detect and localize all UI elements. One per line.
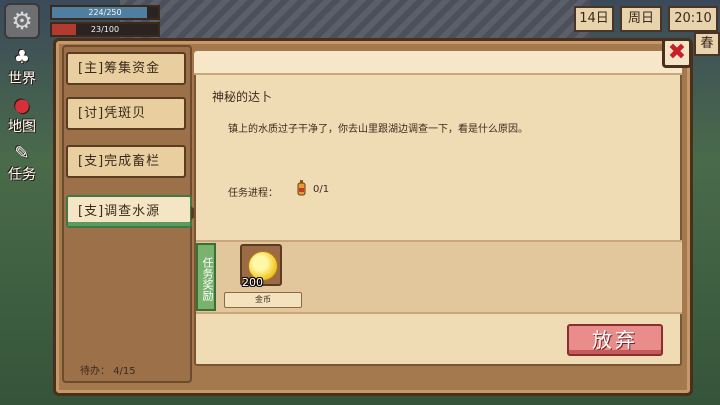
quest-icon: ✎ [14,143,30,164]
date-day: 14日 [574,6,614,32]
quest-progress-value: 0/1 [313,184,330,195]
side-menu-quest[interactable]: ✎ 任务 [2,144,42,184]
quest-description: 镇上的水质过子干净了，你去山里跟湖边调查一下，看是什么原因。 [228,124,528,135]
clock-time: 20:10 [668,6,718,32]
reward-item-name: 金币 [224,292,302,308]
health-bar: 224/250 [50,5,160,20]
side-menu-quest-label: 任务 [8,167,36,183]
side-menu-world-label: 世界 [8,71,36,87]
side-menu-world[interactable]: ♣ 世界 [2,48,42,88]
reward-tag: 任务奖励 [196,243,216,311]
settings-gear-icon[interactable]: ⚙ [4,3,40,39]
quest-count: 待办： 4/15 [80,366,136,377]
energy-bar: 23/100 [50,22,160,37]
quest-tab-main[interactable]: [主]筹集资金 [66,52,186,85]
quest-tab-hunt[interactable]: [讨]凭斑贝 [66,97,186,130]
quest-tab-water[interactable]: [支]调查水源 [66,195,199,228]
abandon-button[interactable]: 放弃 [567,324,663,356]
quest-tab-pen[interactable]: [支]完成畜栏 [66,145,186,178]
quest-title: 神秘的达卜 [212,90,273,104]
season-label: 春 [694,32,720,56]
health-text: 224/250 [88,8,122,17]
quest-detail-header [194,51,682,75]
side-menu-map[interactable]: ● 地图 [2,96,42,136]
water-bottle-icon [297,180,306,196]
date-weekday: 周日 [620,6,662,32]
building-roof [120,0,590,40]
reward-item-count: 200 [242,276,263,289]
close-icon[interactable]: ✖ [662,38,692,68]
energy-text: 23/100 [90,25,120,34]
side-menu-map-label: 地图 [8,119,36,135]
globe-icon: ♣ [13,47,31,68]
map-pin-icon: ● [14,95,30,116]
quest-progress-label: 任务进程： [228,188,278,199]
